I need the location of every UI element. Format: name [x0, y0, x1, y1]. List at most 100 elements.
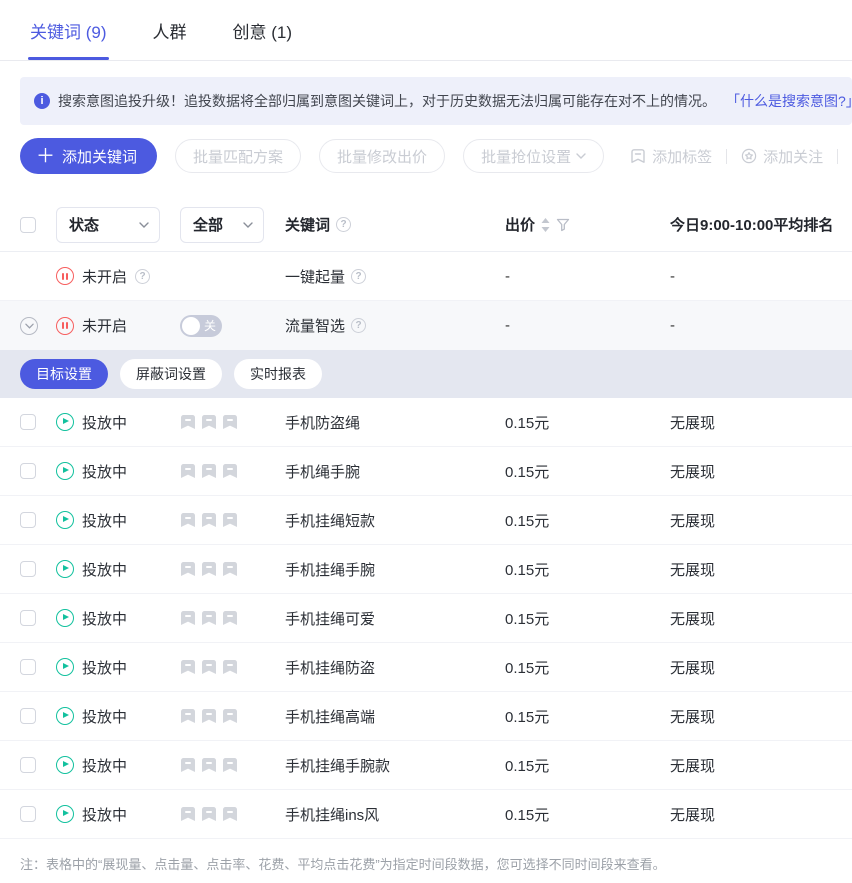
tag-icon[interactable]	[180, 806, 196, 822]
keyword-text[interactable]: 手机挂绳可爱	[285, 608, 375, 629]
row-checkbox[interactable]	[20, 708, 36, 724]
table-row: 投放中 手机挂绳手腕 0.15元 无展现	[0, 545, 852, 594]
keyword-text[interactable]: 手机挂绳手腕	[285, 559, 375, 580]
scope-filter-label: 全部	[193, 214, 223, 235]
status-filter-select[interactable]: 状态	[56, 207, 160, 243]
rank-value: 无展现	[670, 755, 715, 776]
tag-icon[interactable]	[201, 610, 217, 626]
what-is-search-intent-link[interactable]: 「什么是搜索意图?」	[726, 91, 852, 111]
keyword-text[interactable]: 手机挂绳ins风	[285, 804, 379, 825]
tag-icon[interactable]	[222, 806, 238, 822]
tag-icon[interactable]	[180, 659, 196, 675]
row-status: 投放中	[82, 706, 127, 727]
tag-icon[interactable]	[222, 757, 238, 773]
tag-icon[interactable]	[201, 463, 217, 479]
help-icon[interactable]: ?	[135, 269, 150, 284]
row-checkbox[interactable]	[20, 757, 36, 773]
tag-icon[interactable]	[222, 512, 238, 528]
keyword-text[interactable]: 手机绳手腕	[285, 461, 360, 482]
collapse-row-icon[interactable]	[20, 317, 38, 335]
chevron-down-icon	[576, 153, 586, 159]
row-checkbox[interactable]	[20, 806, 36, 822]
tab-bar: 关键词 (9) 人群 创意 (1)	[0, 0, 852, 61]
tag-icon[interactable]	[201, 659, 217, 675]
feature-name[interactable]: 一键起量	[285, 266, 345, 287]
batch-edit-bid-label: 批量修改出价	[337, 146, 427, 167]
bid-value: 0.15元	[505, 510, 549, 531]
keyword-text[interactable]: 手机挂绳防盗	[285, 657, 375, 678]
tag-icon[interactable]	[222, 708, 238, 724]
tag-icon[interactable]	[180, 610, 196, 626]
tab-creative[interactable]: 创意 (1)	[233, 0, 293, 60]
paused-status-icon	[56, 267, 74, 285]
tag-icon[interactable]	[180, 708, 196, 724]
blocked-words-settings-button[interactable]: 屏蔽词设置	[120, 359, 222, 389]
keyword-column-header: 关键词	[285, 214, 330, 235]
sort-icon[interactable]	[541, 218, 550, 232]
tag-icon[interactable]	[201, 757, 217, 773]
select-all-checkbox[interactable]	[20, 217, 36, 233]
batch-position-settings-label: 批量抢位设置	[481, 146, 571, 167]
keyword-text[interactable]: 手机挂绳短款	[285, 510, 375, 531]
keyword-text[interactable]: 手机防盗绳	[285, 412, 360, 433]
tag-icon[interactable]	[201, 561, 217, 577]
realtime-report-button[interactable]: 实时报表	[234, 359, 322, 389]
tag-icon[interactable]	[201, 708, 217, 724]
row-checkbox[interactable]	[20, 610, 36, 626]
tag-icon[interactable]	[201, 414, 217, 430]
tab-creative-label: 创意 (1)	[233, 18, 293, 43]
expanded-action-strip: 目标设置 屏蔽词设置 实时报表	[0, 350, 852, 398]
rank-value: 无展现	[670, 412, 715, 433]
tag-icon[interactable]	[201, 512, 217, 528]
row-checkbox[interactable]	[20, 659, 36, 675]
paused-status-icon	[56, 317, 74, 335]
add-tag-button[interactable]: 添加标签	[630, 146, 712, 167]
tab-keywords[interactable]: 关键词 (9)	[30, 0, 107, 60]
tag-icon[interactable]	[180, 512, 196, 528]
help-icon[interactable]: ?	[336, 217, 351, 232]
active-status-icon	[56, 462, 74, 480]
help-icon[interactable]: ?	[351, 318, 366, 333]
table-row: 投放中 手机挂绳防盗 0.15元 无展现	[0, 643, 852, 692]
tag-icon[interactable]	[222, 463, 238, 479]
bid-column-header: 出价	[505, 214, 535, 235]
feature-name[interactable]: 流量智选	[285, 315, 345, 336]
smart-traffic-toggle-off[interactable]: 关	[180, 315, 222, 337]
tag-icon[interactable]	[201, 806, 217, 822]
info-banner: i 搜索意图追投升级！追投数据将全部归属到意图关键词上，对于历史数据无法归属可能…	[20, 77, 852, 125]
goal-settings-button[interactable]: 目标设置	[20, 359, 108, 389]
row-checkbox[interactable]	[20, 561, 36, 577]
tab-audience[interactable]: 人群	[153, 0, 187, 60]
table-row-smart-traffic: 未开启 关 流量智选 ? - -	[0, 301, 852, 350]
batch-match-plan-label: 批量匹配方案	[193, 146, 283, 167]
tag-icon[interactable]	[180, 757, 196, 773]
tag-icon[interactable]	[222, 610, 238, 626]
keyword-management-page: 关键词 (9) 人群 创意 (1) i 搜索意图追投升级！追投数据将全部归属到意…	[0, 0, 852, 883]
batch-edit-bid-button[interactable]: 批量修改出价	[319, 139, 445, 173]
batch-match-plan-button[interactable]: 批量匹配方案	[175, 139, 301, 173]
row-checkbox[interactable]	[20, 414, 36, 430]
tag-icon[interactable]	[180, 561, 196, 577]
row-status: 未开启	[82, 266, 127, 287]
active-status-icon	[56, 658, 74, 676]
row-checkbox[interactable]	[20, 512, 36, 528]
row-checkbox[interactable]	[20, 463, 36, 479]
scope-filter-select[interactable]: 全部	[180, 207, 264, 243]
keyword-text[interactable]: 手机挂绳高端	[285, 706, 375, 727]
add-keyword-button[interactable]: ＋ 添加关键词	[20, 138, 157, 174]
tag-icon[interactable]	[180, 463, 196, 479]
tag-icon[interactable]	[180, 414, 196, 430]
tag-icon[interactable]	[222, 659, 238, 675]
keyword-text[interactable]: 手机挂绳手腕款	[285, 755, 390, 776]
batch-position-settings-button[interactable]: 批量抢位设置	[463, 139, 604, 173]
table-row: 投放中 手机挂绳手腕款 0.15元 无展现	[0, 741, 852, 790]
add-watch-button[interactable]: 添加关注	[741, 146, 823, 167]
rank-value: 无展现	[670, 804, 715, 825]
table-row: 投放中 手机防盗绳 0.15元 无展现	[0, 398, 852, 447]
help-icon[interactable]: ?	[351, 269, 366, 284]
tag-icon[interactable]	[222, 414, 238, 430]
tab-keywords-label: 关键词 (9)	[30, 18, 107, 43]
tag-icon[interactable]	[222, 561, 238, 577]
realtime-report-label: 实时报表	[250, 364, 306, 384]
filter-icon[interactable]	[556, 218, 570, 232]
